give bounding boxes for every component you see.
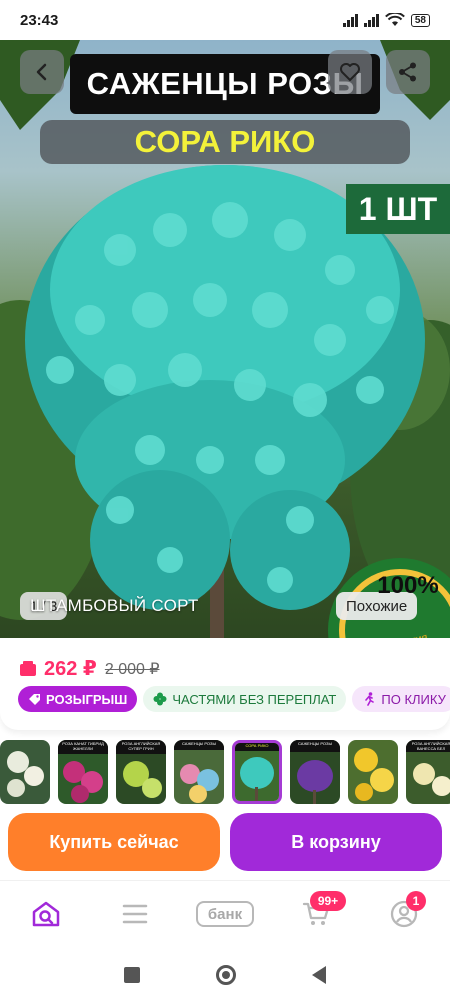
profile-badge: 1 xyxy=(406,891,426,911)
related-thumbnails: РОЗА КАНАТ ГИБРИД ЖАНЕЛЛИ РОЗА АНГЛИЙСКА… xyxy=(0,740,450,806)
cart-badge: 99+ xyxy=(310,891,346,911)
variety-plate: СОРА РИКО xyxy=(40,120,410,164)
home-search-icon xyxy=(32,901,60,927)
tag-installments-label: ЧАСТЯМИ БЕЗ ПЕРЕПЛАТ xyxy=(172,691,337,707)
buy-now-button[interactable]: Купить сейчас xyxy=(8,813,220,871)
clover-icon xyxy=(153,692,167,706)
thumbnail-image xyxy=(290,740,340,804)
tag-installments[interactable]: ЧАСТЯМИ БЕЗ ПЕРЕПЛАТ xyxy=(143,686,347,712)
old-price: 2 000 ₽ xyxy=(104,660,160,678)
thumbnail-image xyxy=(0,740,50,804)
status-icons: 58 xyxy=(342,13,430,27)
heart-icon xyxy=(340,63,360,81)
signal-icon xyxy=(342,13,358,27)
status-bar: 23:43 58 xyxy=(0,0,450,40)
thumbnail[interactable] xyxy=(0,740,50,804)
promo-tags: РОЗЫГРЫШ ЧАСТЯМИ БЕЗ ПЕРЕПЛАТ ПО КЛИКУ xyxy=(18,686,450,712)
image-caption: ШТАМБОВЫЙ СОРТ xyxy=(30,596,199,615)
bank-icon: банк xyxy=(196,901,254,927)
thumbnail-label: РОЗА АНГЛИЙСКАЯ ВАНЕССА БЕЛ xyxy=(411,741,450,751)
thumbnail-image xyxy=(348,740,398,804)
thumbnail[interactable] xyxy=(348,740,398,804)
catalog-icon xyxy=(122,904,148,924)
price-row: 262 ₽ 2 000 ₽ xyxy=(20,656,160,681)
thumbnail-active[interactable]: СОРА РИКО xyxy=(232,740,282,804)
nav-bank[interactable]: банк xyxy=(196,899,254,929)
nav-home[interactable] xyxy=(30,899,62,929)
variety-name: СОРА РИКО xyxy=(134,124,316,159)
current-price: 262 ₽ xyxy=(44,658,97,680)
battery-icon: 58 xyxy=(410,13,430,27)
tag-raffle-label: РОЗЫГРЫШ xyxy=(46,691,128,707)
back-arrow-icon xyxy=(36,63,47,81)
quantity-badge: 1 ШТ xyxy=(346,184,450,234)
share-button[interactable] xyxy=(386,50,430,94)
nav-catalog[interactable] xyxy=(120,899,150,929)
thumbnail-label: РОЗА АНГЛИЙСКАЯ СУПЕР ГРИН xyxy=(121,741,161,751)
thumbnail-image xyxy=(235,743,279,801)
system-nav-bar xyxy=(0,950,450,1000)
bottom-nav: банк 99+ 1 xyxy=(0,880,450,950)
guarantee-text: ГАРАНТИЯ КАЧЕСТВА xyxy=(365,628,450,638)
share-icon xyxy=(399,62,416,82)
thumbnail-label: СОРА РИКО xyxy=(245,743,269,748)
thumbnail[interactable]: РОЗА АНГЛИЙСКАЯ СУПЕР ГРИН xyxy=(116,740,166,804)
nav-cart[interactable]: 99+ xyxy=(300,891,346,929)
add-to-cart-button[interactable]: В корзину xyxy=(230,813,442,871)
home-icon[interactable] xyxy=(216,965,236,985)
running-person-icon xyxy=(365,692,375,706)
tag-one-click-label: ПО КЛИКУ xyxy=(381,691,446,707)
price-card: 262 ₽ 2 000 ₽ РОЗЫГРЫШ ЧАСТЯМИ БЕЗ ПЕРЕП… xyxy=(0,638,450,730)
tag-raffle[interactable]: РОЗЫГРЫШ xyxy=(18,686,138,712)
recent-apps-icon[interactable] xyxy=(124,967,140,983)
status-time: 23:43 xyxy=(20,11,59,29)
tag-icon xyxy=(29,693,40,705)
thumbnail[interactable]: РОЗА КАНАТ ГИБРИД ЖАНЕЛЛИ xyxy=(58,740,108,804)
product-image[interactable]: САЖЕНЦЫ РОЗЫ СОРА РИКО 1 ШТ 1 / 3 ШТАМБО… xyxy=(0,40,450,638)
nav-profile[interactable]: 1 xyxy=(388,891,426,929)
thumbnail-label: САЖЕНЦЫ РОЗЫ xyxy=(182,741,216,746)
guarantee-percent: 100% xyxy=(377,572,439,599)
thumbnail-label: РОЗА КАНАТ ГИБРИД ЖАНЕЛЛИ xyxy=(62,741,104,751)
bank-label: банк xyxy=(207,905,243,923)
thumbnail-image xyxy=(174,740,224,804)
thumbnail[interactable]: САЖЕНЦЫ РОЗЫ xyxy=(290,740,340,804)
wifi-icon xyxy=(384,13,405,26)
guarantee-seal: 100% ГАРАНТИЯ КАЧЕСТВА xyxy=(366,572,450,638)
back-icon[interactable] xyxy=(312,966,326,984)
signal-icon xyxy=(363,13,379,27)
thumbnail-label: САЖЕНЦЫ РОЗЫ xyxy=(298,741,332,746)
thumbnail[interactable]: РОЗА АНГЛИЙСКАЯ ВАНЕССА БЕЛ xyxy=(406,740,450,804)
thumbnail[interactable]: САЖЕНЦЫ РОЗЫ xyxy=(174,740,224,804)
wallet-icon xyxy=(20,661,36,676)
tag-one-click[interactable]: ПО КЛИКУ xyxy=(352,686,450,712)
title-banner-text: САЖЕНЦЫ РОЗЫ xyxy=(86,66,364,101)
favorite-button[interactable] xyxy=(328,50,372,94)
back-button[interactable] xyxy=(20,50,64,94)
